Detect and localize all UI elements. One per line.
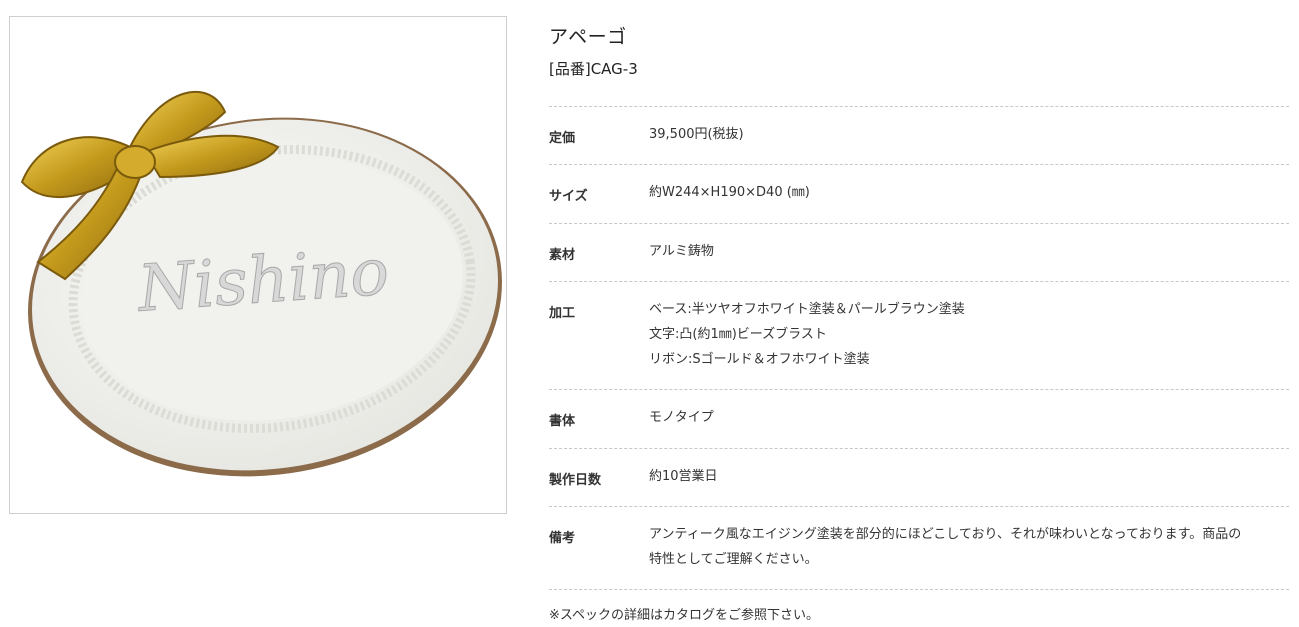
spec-row-finish: 加工 ベース:半ツヤオフホワイト塗装＆パールブラウン塗装 文字:凸(約1㎜)ビー… — [549, 282, 1289, 390]
spec-value-line: 約W244×H190×D40 (㎜) — [649, 185, 810, 200]
spec-value-line: アルミ鋳物 — [649, 244, 714, 259]
product-code: [品番]CAG-3 — [549, 60, 638, 78]
spec-row-size: サイズ 約W244×H190×D40 (㎜) — [549, 165, 1289, 224]
spec-label: 定価 — [549, 131, 576, 146]
spec-row-lead-time: 製作日数 約10営業日 — [549, 449, 1289, 507]
spec-value-line: ベース:半ツヤオフホワイト塗装＆パールブラウン塗装 — [649, 302, 965, 317]
spec-value: 約10営業日 — [649, 464, 1289, 489]
spec-value: ベース:半ツヤオフホワイト塗装＆パールブラウン塗装 文字:凸(約1㎜)ビーズブラ… — [649, 297, 1289, 372]
spec-label: 製作日数 — [549, 473, 602, 488]
spec-value-line: 文字:凸(約1㎜)ビーズブラスト — [649, 327, 827, 342]
spec-label: 書体 — [549, 414, 576, 429]
spec-row-remarks: 備考 アンティーク風なエイジング塗装を部分的にほどこしており、それが味わいとなっ… — [549, 507, 1289, 590]
spec-value: 約W244×H190×D40 (㎜) — [649, 180, 1289, 205]
product-page: Nishino アペーゴ [品番]CAG-3 定価 39,500円(税抜) サイ… — [0, 0, 1299, 627]
nameplate-illustration: Nishino — [20, 90, 502, 477]
spec-value-line: 約10営業日 — [649, 469, 718, 484]
spec-label: 素材 — [549, 248, 576, 263]
spec-value-line: モノタイプ — [649, 410, 714, 425]
spec-value-line: リボン:Sゴールド＆オフホワイト塗装 — [649, 352, 870, 367]
spec-value: 39,500円(税抜) — [649, 122, 1289, 147]
spec-label: サイズ — [549, 189, 588, 204]
product-title: アペーゴ — [549, 26, 627, 48]
spec-value: アンティーク風なエイジング塗装を部分的にほどこしており、それが味わいとなっており… — [649, 522, 1289, 572]
spec-row-material: 素材 アルミ鋳物 — [549, 224, 1289, 282]
spec-row-font: 書体 モノタイプ — [549, 390, 1289, 449]
spec-value-line: 39,500円(税抜) — [649, 127, 744, 142]
spec-row-price: 定価 39,500円(税抜) — [549, 107, 1289, 165]
product-image[interactable]: Nishino — [9, 16, 507, 514]
spec-table: 定価 39,500円(税抜) サイズ 約W244×H190×D40 (㎜) 素材… — [549, 106, 1289, 590]
spec-label: 備考 — [549, 531, 576, 546]
spec-value: モノタイプ — [649, 405, 1289, 430]
spec-value-line: アンティーク風なエイジング塗装を部分的にほどこしており、それが味わいとなっており… — [649, 527, 1242, 542]
spec-note: ※スペックの詳細はカタログをご参照下さい。 — [549, 608, 819, 623]
spec-value: アルミ鋳物 — [649, 239, 1289, 264]
spec-label: 加工 — [549, 306, 576, 321]
spec-value-line: 特性としてご理解ください。 — [649, 552, 818, 567]
